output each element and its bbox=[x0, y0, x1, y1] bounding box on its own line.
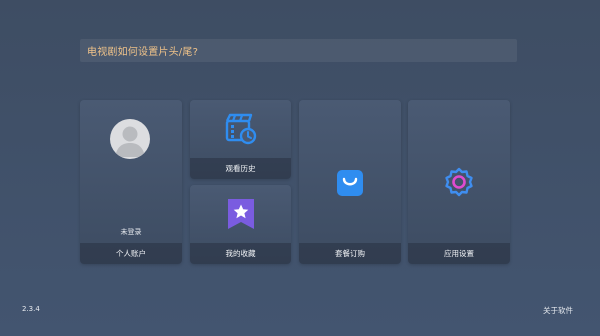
clapperboard-clock-icon bbox=[224, 112, 258, 146]
tile-package-subscription-label: 套餐订购 bbox=[299, 243, 401, 264]
tile-my-favorites-label: 我的收藏 bbox=[190, 243, 291, 264]
tip-banner[interactable]: 电视剧如何设置片头/尾? bbox=[80, 39, 517, 62]
tile-package-subscription[interactable]: 套餐订购 bbox=[299, 100, 401, 264]
login-status: 未登录 bbox=[120, 228, 142, 236]
avatar-icon bbox=[110, 119, 150, 159]
tile-app-settings[interactable]: 应用设置 bbox=[408, 100, 510, 264]
gear-icon bbox=[444, 167, 474, 197]
tile-watch-history[interactable]: 观看历史 bbox=[190, 100, 291, 179]
star-bookmark-icon bbox=[226, 197, 256, 231]
version-number: 2.3.4 bbox=[22, 305, 40, 313]
about-software-link[interactable]: 关于软件 bbox=[543, 305, 573, 316]
tile-personal-account-label: 个人账户 bbox=[80, 243, 182, 264]
tile-personal-account[interactable]: 未登录 个人账户 bbox=[80, 100, 182, 264]
tip-banner-text: 电视剧如何设置片头/尾? bbox=[87, 47, 199, 58]
tile-app-settings-label: 应用设置 bbox=[408, 243, 510, 264]
tile-watch-history-label: 观看历史 bbox=[190, 158, 291, 179]
tile-my-favorites[interactable]: 我的收藏 bbox=[190, 185, 291, 264]
shopping-bag-icon bbox=[335, 168, 365, 198]
